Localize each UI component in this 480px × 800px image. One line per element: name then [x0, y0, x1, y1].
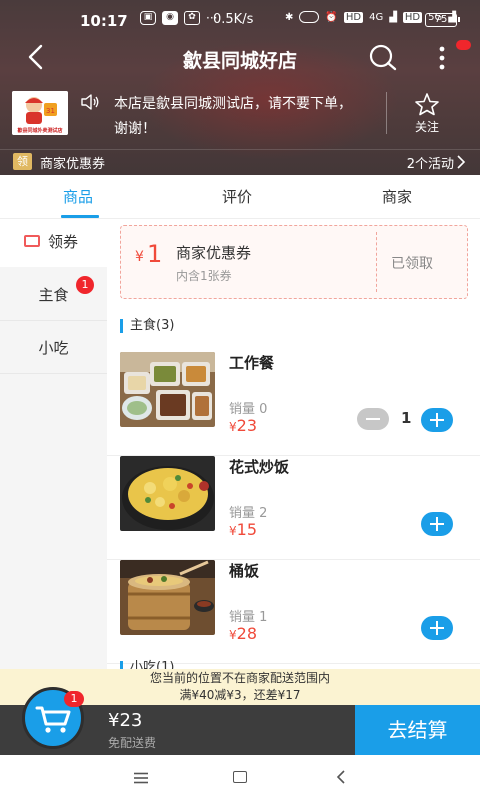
cart-total: ¥23	[108, 710, 143, 731]
active-tab-indicator	[61, 215, 99, 218]
shop-logo: 31 歙县同城外卖测试店	[12, 91, 68, 135]
star-icon	[415, 93, 439, 116]
food-price: ¥28	[229, 624, 257, 643]
logo-text: 歙县同城外卖测试店	[17, 128, 63, 134]
coupon-bar-label: 商家优惠券	[40, 157, 106, 172]
sidebar-item-label: 小吃	[38, 339, 69, 357]
shop-notice: 本店是歙县同城测试店，请不要下单，谢谢！	[114, 96, 352, 137]
nfc-icon	[299, 11, 320, 23]
food-image	[120, 560, 215, 635]
activity-count: 2个活动	[406, 157, 454, 172]
food-sales: 销量 2	[229, 506, 268, 521]
coupon-claimed-button[interactable]: 已领取	[391, 253, 433, 273]
section-title-staple: 主食(3)	[120, 319, 174, 333]
price-value: 28	[236, 624, 257, 643]
coupon-card: ¥ 1 商家优惠券 内含1张券 已领取	[120, 225, 468, 299]
sidebar-coupon-label: 领券	[48, 233, 79, 251]
coupon-amount: 1	[147, 240, 163, 268]
signal-label-1: HD	[343, 11, 364, 23]
section-title-snacks: 小吃(1)	[120, 661, 174, 669]
category-count-badge: 1	[76, 276, 94, 294]
price-value: 15	[236, 520, 257, 539]
sidebar-item-label: 主食	[38, 286, 69, 304]
food-item[interactable]: 工作餐 销量 0 ¥23 1	[107, 352, 480, 456]
tab-goods[interactable]: 商品	[63, 186, 93, 207]
follow-button[interactable]: 关注	[404, 92, 450, 135]
signal-label-3: HD	[402, 11, 423, 23]
battery-indicator: 75	[425, 13, 460, 27]
shop-header: 10:17 ▣ ◉ ✿ ··· 0.5K/s ✱ ⏰ HD 4G ▟ HD 5G…	[0, 0, 480, 175]
price-value: 23	[236, 416, 257, 435]
coupon-divider	[376, 232, 377, 292]
delivery-fee: 免配送费	[108, 736, 157, 750]
coupon-currency: ¥	[135, 249, 144, 265]
warning-line-1: 您当前的位置不在商家配送范围内	[149, 671, 330, 685]
add-to-cart-button[interactable]	[421, 616, 453, 640]
sidebar-item-snacks[interactable]: 小吃	[0, 322, 107, 374]
message-icon: ▣	[140, 11, 156, 25]
chevron-right-icon	[457, 155, 466, 169]
page-title: 歙县同城好店	[182, 50, 297, 72]
food-price: ¥15	[229, 520, 257, 539]
cart-count-badge: 1	[64, 691, 84, 707]
shop-info: 31 歙县同城外卖测试店 本店是歙县同城测试店，请不要下单，谢谢！ 关注	[0, 88, 480, 148]
signal-label-2: 4G	[369, 11, 384, 23]
food-name: 工作餐	[229, 354, 275, 372]
coupon-activity-bar[interactable]: 领 商家优惠券 2个活动	[0, 149, 480, 175]
checkout-button[interactable]: 去结算	[355, 705, 480, 755]
price-currency: ¥	[229, 524, 237, 538]
food-name: 花式炒饭	[229, 458, 290, 476]
food-item[interactable]: 花式炒饭 销量 2 ¥15	[107, 456, 480, 560]
menu-icon[interactable]	[133, 772, 149, 784]
status-time: 10:17	[80, 12, 128, 30]
price-currency: ¥	[229, 628, 237, 642]
follow-label: 关注	[414, 120, 439, 134]
tab-bar: 商品 评价 商家	[0, 175, 480, 219]
coupon-title: 商家优惠券	[176, 244, 252, 262]
add-to-cart-button[interactable]	[421, 512, 453, 536]
ticket-icon	[24, 235, 40, 247]
coupon-subtitle: 内含1张券	[176, 269, 232, 283]
cart-bar: 1 ¥23 免配送费 去结算	[0, 687, 480, 755]
alarm-icon: ⏰	[325, 11, 338, 23]
system-nav-bar	[0, 755, 480, 800]
signal-bars-icon: ▟	[389, 11, 397, 23]
sidebar-item-staple[interactable]: 主食	[0, 269, 107, 321]
home-icon[interactable]	[233, 771, 247, 783]
add-to-cart-button[interactable]	[421, 408, 453, 432]
product-list: ¥ 1 商家优惠券 内含1张券 已领取 主食(3) 工作餐 销量 0 ¥23 1…	[107, 219, 480, 669]
category-sidebar: 领券 主食 1 小吃	[0, 219, 107, 669]
decrease-quantity-button[interactable]	[357, 408, 389, 430]
status-app-icons: ▣ ◉ ✿ ···	[140, 11, 217, 25]
food-sales: 销量 0	[229, 402, 268, 417]
tab-merchant[interactable]: 商家	[382, 186, 412, 207]
food-item[interactable]: 桶饭 销量 1 ¥28	[107, 560, 480, 664]
quantity-value: 1	[401, 409, 412, 427]
food-image	[120, 352, 215, 427]
wechat-icon: ◉	[162, 11, 178, 25]
price-currency: ¥	[229, 420, 237, 434]
top-bar: 歙县同城好店	[0, 38, 480, 78]
back-icon[interactable]	[336, 770, 346, 784]
speaker-icon	[81, 94, 99, 110]
coupon-tag: 领	[13, 153, 32, 170]
tab-reviews[interactable]: 评价	[222, 186, 252, 207]
food-sales: 销量 1	[229, 610, 268, 625]
app-icon: ✿	[184, 11, 200, 25]
food-name: 桶饭	[229, 562, 260, 580]
sidebar-item-coupon[interactable]: 领券	[0, 219, 107, 267]
status-bar: 10:17 ▣ ◉ ✿ ··· 0.5K/s ✱ ⏰ HD 4G ▟ HD 5G…	[0, 0, 480, 38]
food-price: ¥23	[229, 416, 257, 435]
bluetooth-icon: ✱	[285, 11, 294, 23]
search-icon[interactable]	[366, 42, 398, 74]
divider	[386, 92, 387, 134]
svg-text:31: 31	[46, 107, 55, 115]
food-image	[120, 456, 215, 531]
more-vertical-icon[interactable]	[432, 43, 452, 73]
network-speed: 0.5K/s	[213, 12, 254, 27]
notification-dot	[456, 40, 471, 50]
